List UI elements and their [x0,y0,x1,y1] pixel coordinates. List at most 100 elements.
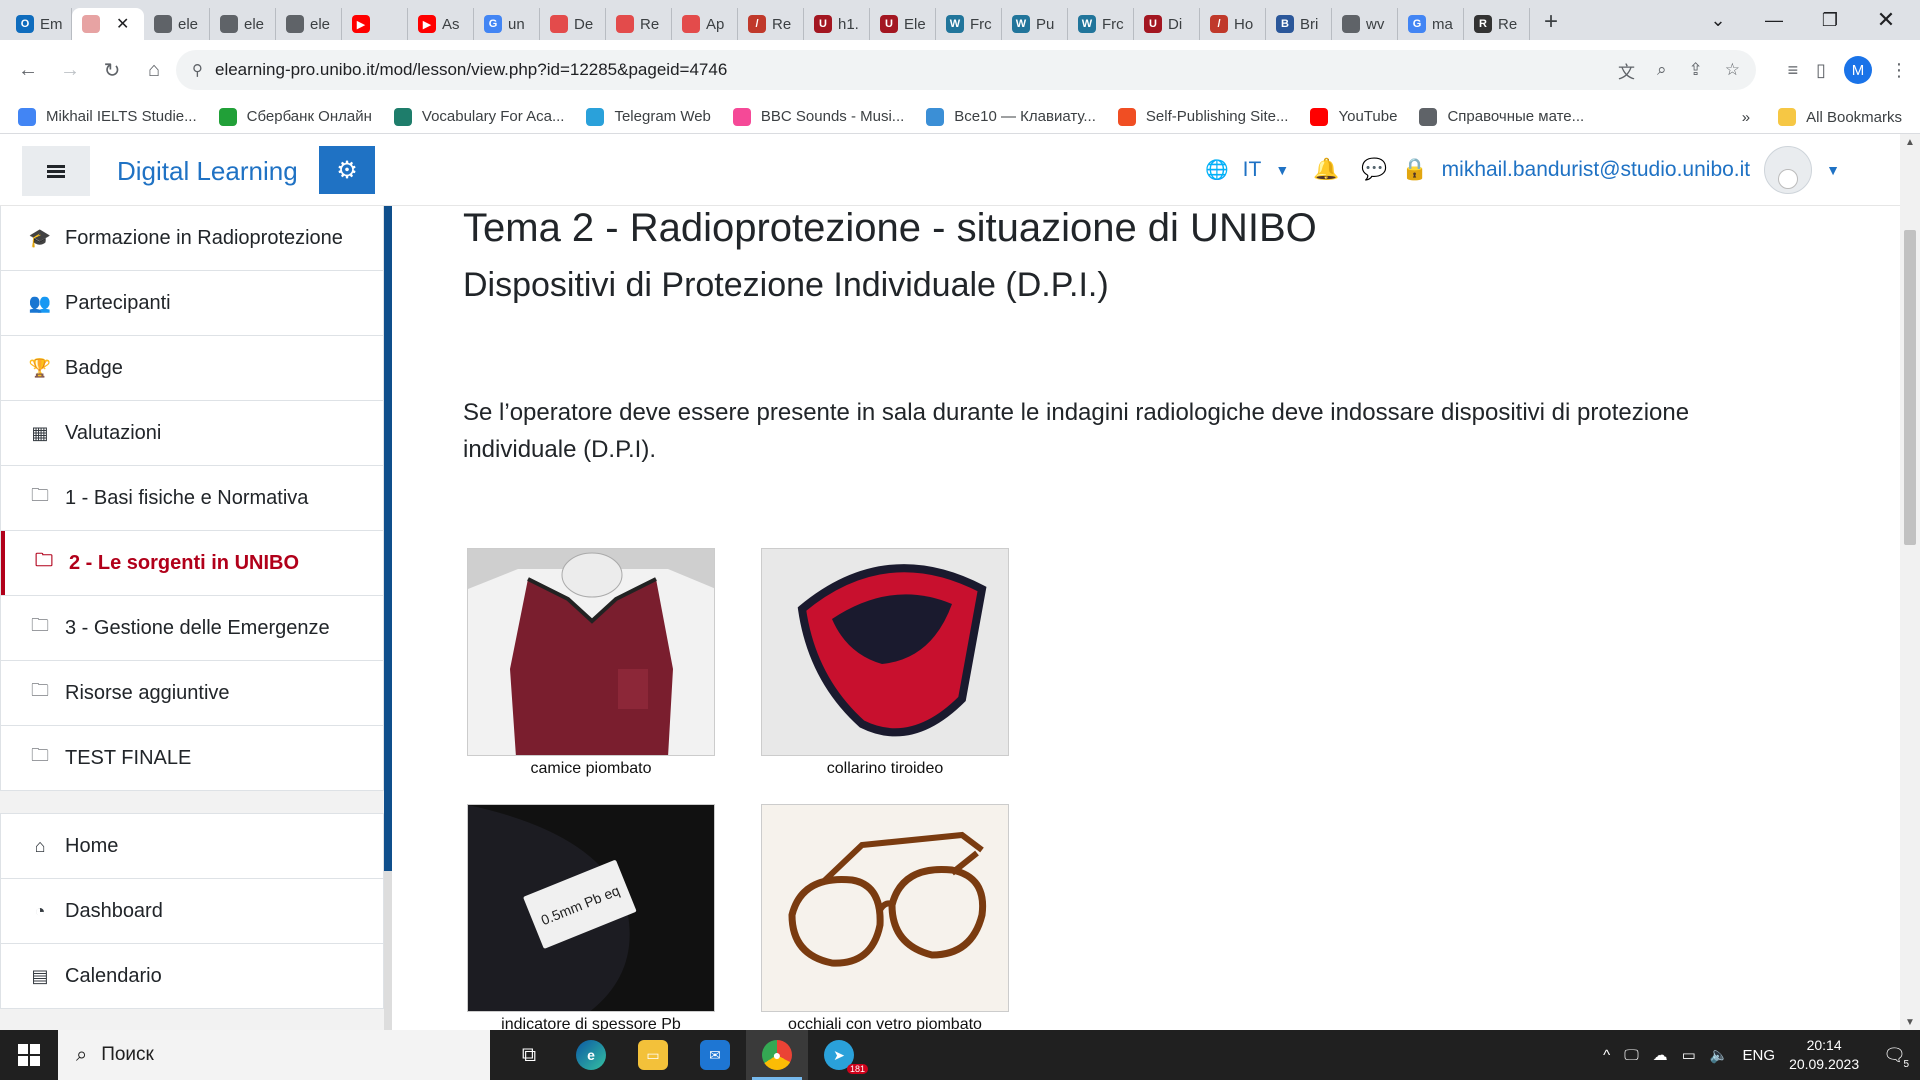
address-bar[interactable]: ⚲ elearning-pro.unibo.it/mod/lesson/view… [176,50,1756,90]
globe-icon[interactable]: 🌐 [1205,158,1229,182]
new-tab-button[interactable]: + [1544,8,1558,36]
browser-tab[interactable]: Uh1. [804,8,870,40]
user-menu-email[interactable]: mikhail.bandurist@studio.unibo.it [1442,158,1750,182]
user-avatar[interactable] [1764,146,1813,194]
course-settings-gear-icon[interactable]: ⚙ [319,146,375,194]
chrome-icon[interactable]: ● [746,1030,808,1080]
share-icon[interactable]: ⇪ [1689,60,1703,80]
tab-close-icon[interactable]: ✕ [116,14,129,34]
bookmark-item[interactable]: Vocabulary For Aca... [393,107,564,126]
drawer-item[interactable]: 🗀 1 - Basi fisiche e Normativa [0,466,384,531]
browser-tab[interactable]: B Bri [1266,8,1332,40]
browser-tab[interactable]: wv [1332,8,1398,40]
browser-tab[interactable]: R Re [1464,8,1530,40]
browser-tab[interactable]: ▶ [342,8,408,40]
bookmark-item[interactable]: YouTube [1310,107,1397,126]
taskbar-search[interactable]: ⌕ Поиск [58,1030,490,1080]
side-panel-icon[interactable]: ▯ [1816,60,1826,81]
browser-tab[interactable]: U Ele [870,8,936,40]
bookmark-item[interactable]: Сбербанк Онлайн [218,107,372,126]
bookmark-item[interactable]: BBC Sounds - Musi... [732,107,904,126]
site-brand[interactable]: Digital Learning [117,156,298,187]
minimize-button[interactable]: — [1746,0,1802,40]
browser-tab[interactable]: Re [606,8,672,40]
drawer-item[interactable]: 🗀 2 - Le sorgenti in UNIBO [0,531,384,596]
drawer-toggle-button[interactable] [22,146,90,196]
battery-icon[interactable]: ▭ [1682,1046,1696,1064]
browser-tab[interactable]: Gun [474,8,540,40]
drawer-item[interactable]: 🗀 Risorse aggiuntive [0,661,384,726]
browser-tab[interactable]: W Frc [936,8,1002,40]
profile-avatar[interactable]: M [1844,56,1872,84]
drawer-item[interactable]: 👥 Partecipanti [0,271,384,336]
language-menu[interactable]: IT [1243,158,1262,182]
bookmark-star-icon[interactable]: ☆ [1725,60,1740,80]
translate-icon[interactable]: 文 [1618,58,1635,83]
back-button[interactable]: ← [8,50,48,90]
bookmark-item[interactable]: Telegram Web [586,107,711,126]
page-scrollbar[interactable]: ▲ ▼ [1900,134,1920,1030]
browser-tab[interactable]: Gma [1398,8,1464,40]
drawer-item[interactable]: ⌂ Home [0,814,384,879]
browser-tab[interactable]: Ap [672,8,738,40]
menu-kebab-icon[interactable]: ⋮ [1890,60,1908,81]
edge-browser-icon[interactable]: e [560,1030,622,1080]
input-language[interactable]: ENG [1743,1047,1776,1064]
browser-tab[interactable]: ele [210,8,276,40]
notifications-bell-icon[interactable]: 🔔 [1313,158,1339,182]
drawer-item[interactable]: ◔ Dashboard [0,879,384,944]
browser-tab[interactable]: W Frc [1068,8,1134,40]
messages-chat-icon[interactable]: 💬 [1361,158,1387,182]
all-bookmarks-button[interactable]: All Bookmarks [1806,109,1902,126]
bookmark-label: Telegram Web [614,108,711,125]
user-menu-chevron-icon[interactable]: ▼ [1826,162,1840,178]
start-button[interactable] [0,1030,58,1080]
volume-icon[interactable]: 🔈 [1710,1046,1729,1064]
browser-tab[interactable]: / Ho [1200,8,1266,40]
telegram-icon[interactable]: ➤ 181 [808,1030,870,1080]
bookmark-item[interactable]: Self-Publishing Site... [1117,107,1288,126]
figure-pb-indicator: 0.5mm Pb eq indicatore di spessore Pb [467,804,715,1030]
tab-search-chevron-icon[interactable]: ⌄ [1690,0,1746,40]
chevron-down-icon[interactable]: ▼ [1275,162,1289,178]
maximize-button[interactable]: ❐ [1802,0,1858,40]
bookmark-item[interactable]: Справочные мате... [1419,107,1584,126]
reload-button[interactable]: ↻ [92,50,132,90]
bookmark-item[interactable]: Mikhail IELTS Studie... [18,107,197,126]
drawer-item[interactable]: ▦ Valutazioni [0,401,384,466]
browser-tab[interactable]: ▶ As [408,8,474,40]
browser-tab[interactable]: U Di [1134,8,1200,40]
reading-list-icon[interactable]: ≡ [1788,60,1799,81]
drawer-item[interactable]: ▤ Calendario [0,944,384,1009]
browser-tab[interactable]: / Re [738,8,804,40]
close-window-button[interactable]: ✕ [1858,0,1914,40]
browser-tab[interactable]: ele [276,8,342,40]
tray-chevron-up-icon[interactable]: ^ [1603,1047,1610,1064]
site-info-icon[interactable]: ⚲ [192,61,203,79]
mail-icon[interactable]: ✉ [684,1030,746,1080]
browser-tab[interactable]: De [540,8,606,40]
drawer-item[interactable]: 🗀 3 - Gestione delle Emergenze [0,596,384,661]
home-button[interactable]: ⌂ [134,50,174,90]
browser-tab[interactable]: ✕ [72,8,144,40]
scroll-down-icon[interactable]: ▼ [1900,1014,1920,1030]
bookmarks-overflow-button[interactable]: » [1742,109,1750,126]
drawer-scrollbar[interactable] [384,206,392,1030]
drawer-item[interactable]: 🗀 TEST FINALE [0,726,384,791]
task-view-icon[interactable]: ⧉ [498,1030,560,1080]
file-explorer-icon[interactable]: ▭ [622,1030,684,1080]
clock[interactable]: 20:14 20.09.2023 [1789,1036,1859,1074]
zoom-icon[interactable]: ⌕ [1657,60,1667,80]
browser-tab[interactable]: ele [144,8,210,40]
bookmark-item[interactable]: Все10 — Клавиату... [926,107,1096,126]
scroll-up-icon[interactable]: ▲ [1900,134,1920,150]
forward-button[interactable]: → [50,50,90,90]
drawer-item[interactable]: 🏆 Badge [0,336,384,401]
drawer-item[interactable]: 🎓 Formazione in Radioprotezione [0,206,384,271]
onedrive-cloud-icon[interactable]: ☁ [1653,1046,1668,1064]
network-icon[interactable]: 🖵 [1624,1047,1638,1064]
browser-tab[interactable]: O Em [6,8,72,40]
notifications-icon[interactable]: 🗨 5 [1883,1045,1912,1070]
dashboard-icon: ◔ [34,900,46,921]
browser-tab[interactable]: W Pu [1002,8,1068,40]
